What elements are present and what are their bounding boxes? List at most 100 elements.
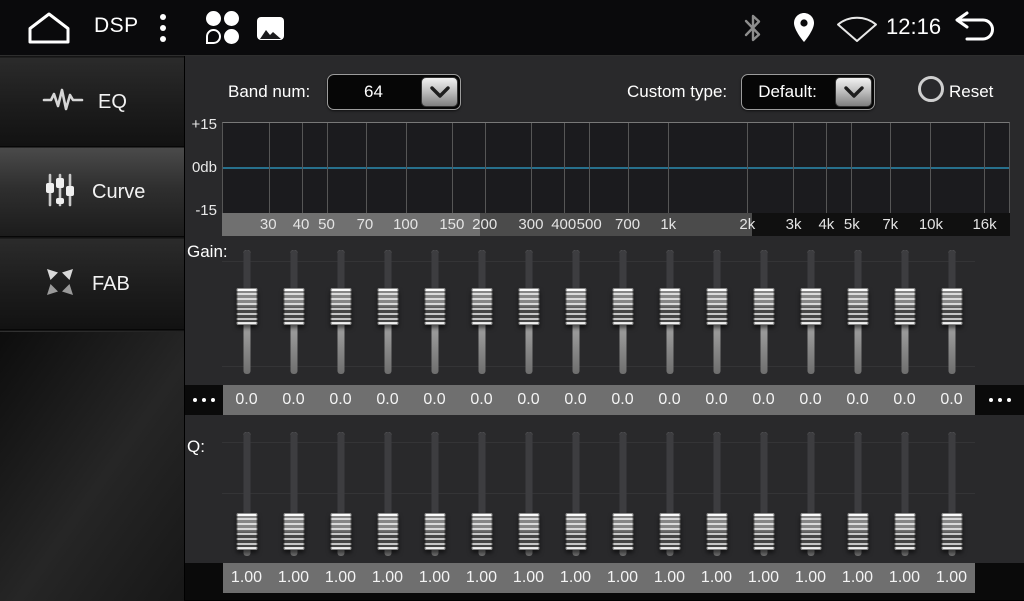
location-pin-icon[interactable] (792, 12, 816, 44)
slider-knob[interactable] (283, 513, 304, 550)
slider-knob[interactable] (612, 288, 633, 325)
slider-knob[interactable] (941, 513, 962, 550)
gridline (793, 123, 794, 213)
slider-knob[interactable] (471, 288, 492, 325)
gain-value: 0.0 (552, 385, 599, 415)
q-band-slider[interactable] (881, 428, 928, 560)
gallery-icon[interactable] (257, 17, 284, 40)
band-num-dropdown[interactable]: 64 (327, 74, 461, 110)
gridline (327, 123, 328, 213)
slider-knob[interactable] (706, 288, 727, 325)
slider-knob[interactable] (847, 288, 868, 325)
three-dot-menu-icon[interactable] (156, 12, 170, 44)
slider-knob[interactable] (753, 288, 774, 325)
gain-band-slider[interactable] (364, 246, 411, 378)
gain-band-slider[interactable] (458, 246, 505, 378)
slider-track-upper (948, 432, 955, 519)
slider-knob[interactable] (706, 513, 727, 550)
clover-apps-icon[interactable] (206, 11, 239, 44)
wifi-empty-icon[interactable] (834, 16, 880, 44)
home-icon[interactable] (26, 11, 72, 45)
bluetooth-icon[interactable] (742, 13, 764, 43)
q-band-slider[interactable] (787, 428, 834, 560)
slider-knob[interactable] (518, 513, 539, 550)
q-band-slider[interactable] (552, 428, 599, 560)
slider-knob[interactable] (424, 513, 445, 550)
slider-knob[interactable] (800, 513, 821, 550)
q-row-left-cap (185, 563, 223, 593)
gain-band-slider[interactable] (693, 246, 740, 378)
slider-knob[interactable] (565, 288, 586, 325)
q-band-slider[interactable] (458, 428, 505, 560)
slider-knob[interactable] (753, 513, 774, 550)
q-band-slider[interactable] (646, 428, 693, 560)
slider-knob[interactable] (424, 288, 445, 325)
q-band-slider[interactable] (505, 428, 552, 560)
gain-band-slider[interactable] (552, 246, 599, 378)
custom-type-dropdown[interactable]: Default: (741, 74, 875, 110)
gain-band-slider[interactable] (646, 246, 693, 378)
slider-knob[interactable] (941, 288, 962, 325)
gain-band-slider[interactable] (270, 246, 317, 378)
gain-band-slider[interactable] (223, 246, 270, 378)
slider-knob[interactable] (330, 513, 351, 550)
slider-knob[interactable] (377, 288, 398, 325)
sidebar-item-eq[interactable]: EQ (0, 57, 184, 147)
slider-knob[interactable] (471, 513, 492, 550)
slider-knob[interactable] (847, 513, 868, 550)
q-band-slider[interactable] (834, 428, 881, 560)
gain-scroll-left-button[interactable] (185, 385, 223, 415)
gain-scroll-right-button[interactable] (975, 385, 1024, 415)
slider-knob[interactable] (659, 288, 680, 325)
slider-track-upper (478, 432, 485, 519)
slider-knob[interactable] (236, 288, 257, 325)
sidebar-item-curve[interactable]: Curve (0, 147, 184, 237)
slider-knob[interactable] (518, 288, 539, 325)
q-band-slider[interactable] (740, 428, 787, 560)
chevron-down-icon[interactable] (835, 77, 872, 107)
q-band-slider[interactable] (928, 428, 975, 560)
frequency-axis: 304050701001502003004005007001k2k3k4k5k7… (222, 213, 1010, 236)
slider-knob[interactable] (612, 513, 633, 550)
reset-radio-button[interactable] (918, 76, 944, 102)
back-return-icon[interactable] (950, 11, 1002, 45)
gain-band-slider[interactable] (317, 246, 364, 378)
q-band-slider[interactable] (364, 428, 411, 560)
bottom-edge (185, 593, 1024, 600)
chevron-down-icon[interactable] (421, 77, 458, 107)
gain-band-slider[interactable] (505, 246, 552, 378)
q-band-slider[interactable] (270, 428, 317, 560)
gain-band-slider[interactable] (834, 246, 881, 378)
eq-curve-plot[interactable] (222, 122, 1010, 213)
gain-band-slider[interactable] (411, 246, 458, 378)
gain-band-slider[interactable] (787, 246, 834, 378)
slider-track-upper (713, 432, 720, 519)
q-band-slider[interactable] (411, 428, 458, 560)
slider-knob[interactable] (894, 513, 915, 550)
q-band-slider[interactable] (599, 428, 646, 560)
gain-band-slider[interactable] (928, 246, 975, 378)
clover-petal (224, 11, 239, 26)
q-band-slider[interactable] (223, 428, 270, 560)
frequency-tick-label: 16k (972, 213, 996, 236)
q-band-slider[interactable] (317, 428, 364, 560)
gain-value: 0.0 (646, 385, 693, 415)
gain-band-slider[interactable] (740, 246, 787, 378)
slider-knob[interactable] (283, 288, 304, 325)
slider-knob[interactable] (800, 288, 821, 325)
q-band-slider[interactable] (693, 428, 740, 560)
frequency-tick-label: 3k (786, 213, 802, 236)
slider-knob[interactable] (236, 513, 257, 550)
gain-value: 0.0 (928, 385, 975, 415)
main-content: Band num: 64 Custom type: Default: Reset… (185, 56, 1024, 600)
slider-knob[interactable] (659, 513, 680, 550)
gain-band-slider[interactable] (599, 246, 646, 378)
slider-knob[interactable] (377, 513, 398, 550)
gain-slider-row (223, 246, 975, 378)
gain-band-slider[interactable] (881, 246, 928, 378)
sidebar-item-fab[interactable]: FAB (0, 238, 184, 330)
slider-knob[interactable] (330, 288, 351, 325)
slider-knob[interactable] (894, 288, 915, 325)
slider-knob[interactable] (565, 513, 586, 550)
y-axis-label-0db: 0db (185, 159, 217, 176)
